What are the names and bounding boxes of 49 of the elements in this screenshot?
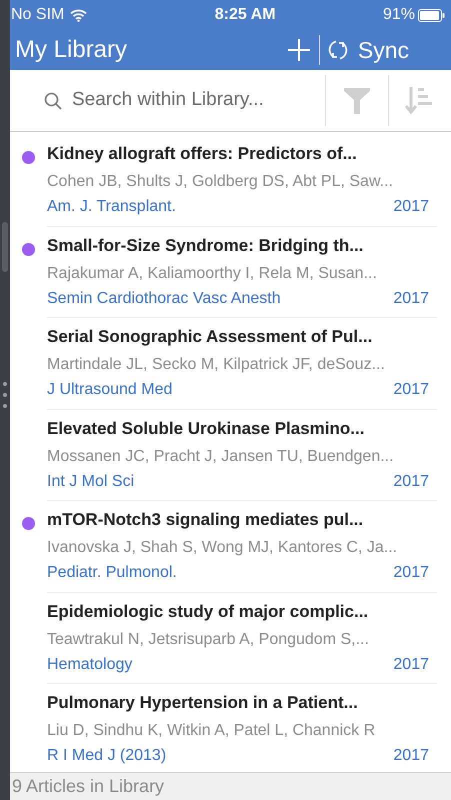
publication-year: 2017 — [393, 746, 429, 766]
journal-name: J Ultrasound Med — [47, 380, 172, 400]
article-row[interactable]: Small-for-Size Syndrome: Bridging th... Rajakumar A, Kaliamoorthy I, Rela M, Susan... Semin Cardiothorac Vasc Anesth 2017 — [10, 226, 451, 318]
article-authors: Ivanovska J, Shah S, Wong MJ, Kantores C, Ja... — [47, 538, 398, 558]
publication-year: 2017 — [393, 654, 429, 674]
wifi-icon — [70, 8, 88, 22]
journal-name: Semin Cardiothorac Vasc Anesth — [47, 288, 281, 308]
sort-icon — [405, 84, 435, 116]
filter-icon — [343, 86, 371, 116]
publication-year: 2017 — [393, 380, 429, 400]
article-authors: Liu D, Sindhu K, Witkin A, Patel L, Channick R — [47, 721, 376, 741]
article-title: Elevated Soluble Urokinase Plasmino... — [47, 418, 366, 440]
carrier-label: No SIM — [11, 5, 64, 25]
publication-year: 2017 — [393, 197, 429, 217]
publication-year: 2017 — [393, 288, 429, 308]
article-row[interactable]: Serial Sonographic Assessment of Pul... Martindale JL, Secko M, Kilpatrick JF, deSouz... J Ultrasound Med 2017 — [10, 318, 451, 410]
article-title: Pulmonary Hypertension in a Patient... — [47, 692, 359, 714]
article-title: mTOR-Notch3 signaling mediates pul... — [47, 509, 364, 531]
article-row[interactable]: Elevated Soluble Urokinase Plasmino... Mossanen JC, Pracht J, Jansen TU, Buendgen... Int J Mol Sci 2017 — [10, 410, 451, 501]
journal-name: R I Med J (2013) — [47, 746, 166, 766]
article-row[interactable]: Kidney allograft offers: Predictors of... Cohen JB, Shults J, Goldberg DS, Abt PL, Saw... Am. J. Transplant. 2017 — [10, 135, 451, 226]
battery-label: 91% — [382, 5, 415, 25]
article-authors: Rajakumar A, Kaliamoorthy I, Rela M, Susan... — [47, 264, 378, 284]
article-row[interactable]: Epidemiologic study of major complic... Teawtrakul N, Jetsrisuparb A, Pongudom S,... Hematology 2017 — [10, 592, 451, 684]
article-row[interactable]: mTOR-Notch3 signaling mediates pul... Ivanovska J, Shah S, Wong MJ, Kantores C, Ja... Pediatr. Pulmonol. 2017 — [10, 501, 451, 592]
page-title: My Library — [15, 35, 128, 65]
article-title: Epidemiologic study of major complic... — [47, 600, 370, 623]
drag-handle-icon[interactable] — [2, 222, 8, 272]
publication-year: 2017 — [393, 563, 429, 583]
article-title: Small-for-Size Syndrome: Bridging th... — [47, 234, 364, 257]
journal-name: Am. J. Transplant. — [47, 197, 176, 217]
plus-icon — [286, 38, 311, 62]
article-authors: Martindale JL, Secko M, Kilpatrick JF, deSouz... — [47, 355, 386, 375]
dots-icon[interactable] — [2, 380, 8, 410]
clock-label: 8:25 AM — [214, 5, 276, 25]
article-authors: Teawtrakul N, Jetsrisuparb A, Pongudom S,... — [47, 630, 370, 650]
journal-name: Hematology — [47, 654, 132, 674]
battery-icon — [418, 8, 445, 22]
article-authors: Cohen JB, Shults J, Goldberg DS, Abt PL, Saw... — [47, 172, 394, 192]
journal-name: Int J Mol Sci — [47, 472, 134, 492]
article-title: Serial Sonographic Assessment of Pul... — [47, 326, 374, 348]
search-icon — [44, 92, 62, 110]
search-field[interactable]: Search within Library... — [72, 86, 312, 115]
article-title: Kidney allograft offers: Predictors of... — [47, 143, 358, 165]
article-count: 9 Articles in Library — [12, 775, 164, 798]
journal-name: Pediatr. Pulmonol. — [47, 563, 177, 583]
sync-button[interactable]: Sync — [326, 32, 447, 68]
article-authors: Mossanen JC, Pracht J, Jansen TU, Buendgen... — [47, 446, 395, 466]
publication-year: 2017 — [393, 472, 429, 492]
